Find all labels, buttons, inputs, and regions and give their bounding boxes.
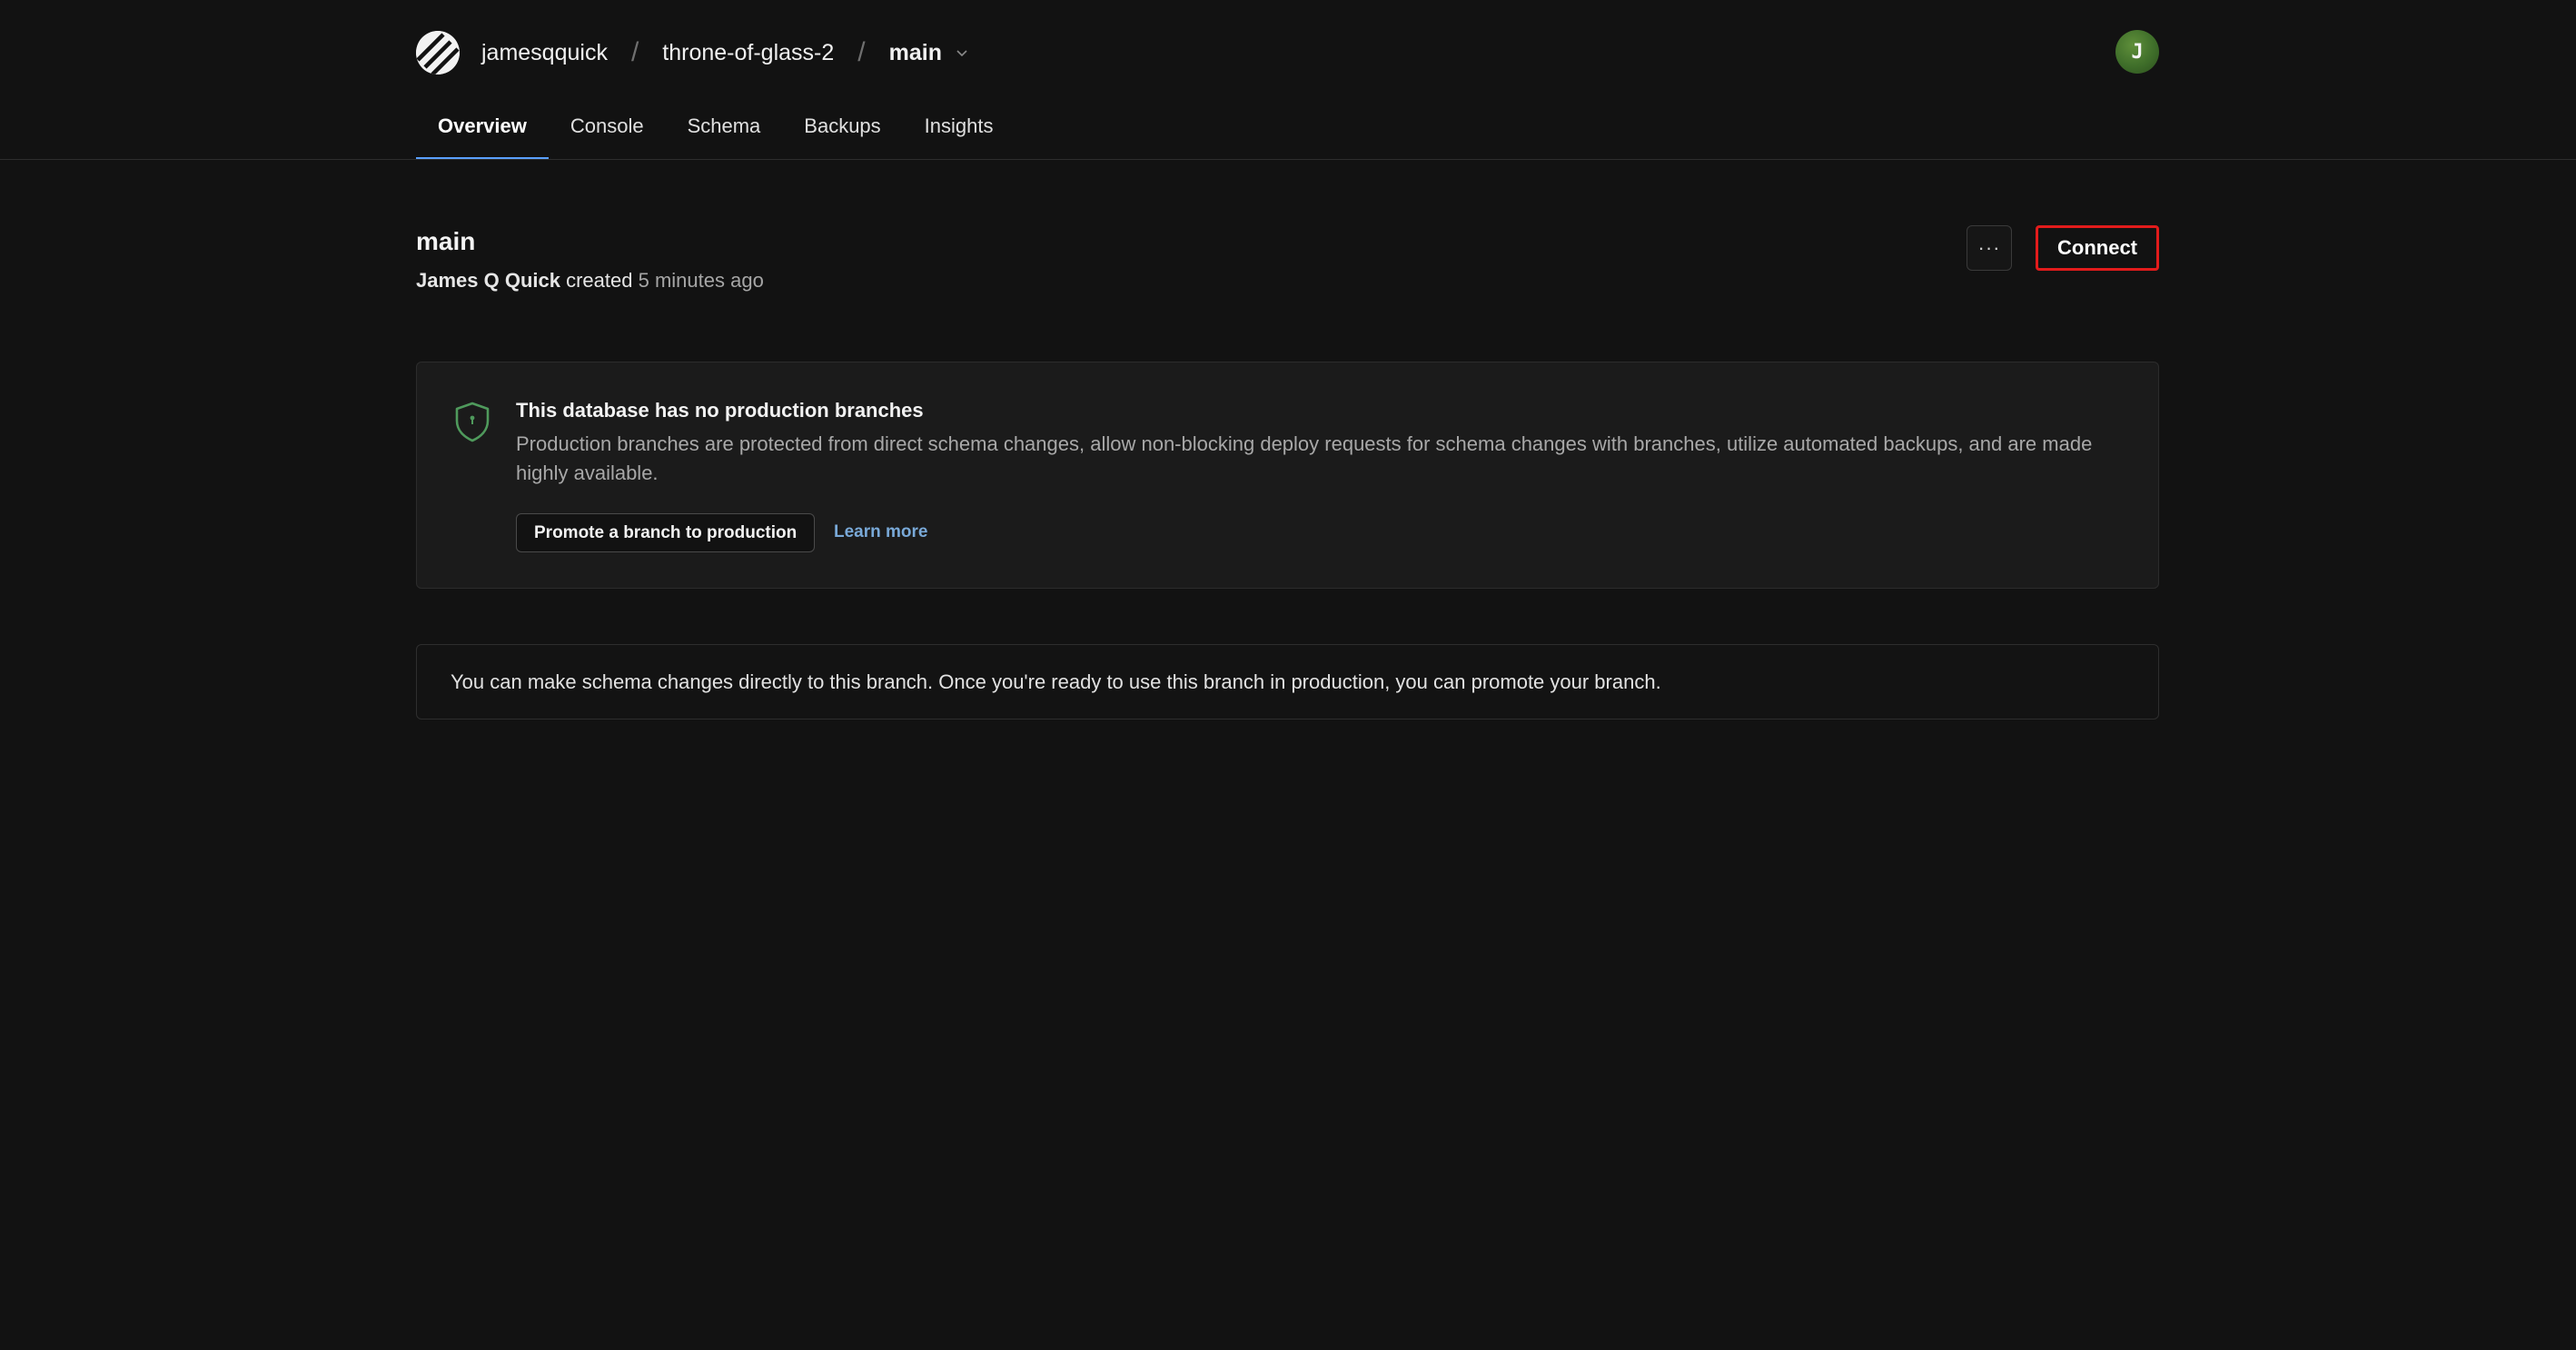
promote-branch-button[interactable]: Promote a branch to production	[516, 513, 816, 552]
production-branch-notice: This database has no production branches…	[416, 362, 2159, 589]
user-avatar[interactable]: J	[2115, 30, 2159, 74]
tab-divider	[0, 159, 2576, 160]
schema-info-bar: You can make schema changes directly to …	[416, 644, 2159, 720]
tab-schema[interactable]: Schema	[666, 107, 783, 160]
tab-backups[interactable]: Backups	[782, 107, 902, 160]
branch-created-time: 5 minutes ago	[638, 269, 764, 292]
tab-overview[interactable]: Overview	[416, 107, 549, 160]
ellipsis-icon: ···	[1977, 236, 2001, 259]
notice-title: This database has no production branches	[516, 399, 924, 422]
breadcrumb-database[interactable]: throne-of-glass-2	[662, 40, 834, 66]
tab-console[interactable]: Console	[549, 107, 666, 160]
branch-meta: James Q Quick created 5 minutes ago	[416, 269, 764, 293]
learn-more-link[interactable]: Learn more	[834, 522, 927, 542]
breadcrumb-separator: /	[857, 37, 866, 67]
more-options-button[interactable]: ···	[1967, 225, 2012, 271]
breadcrumb-separator: /	[630, 37, 639, 67]
notice-body: Production branches are protected from d…	[516, 432, 2093, 484]
shield-icon	[453, 401, 491, 447]
connect-button[interactable]: Connect	[2036, 225, 2159, 271]
branch-overview-page: jamesqquick / throne-of-glass-2 / main J…	[0, 0, 2576, 1350]
page-title: main	[416, 227, 476, 255]
breadcrumb-branch[interactable]: main	[889, 40, 942, 66]
tab-insights[interactable]: Insights	[903, 107, 1016, 160]
planetscale-logo-icon[interactable]	[416, 31, 460, 74]
chevron-down-icon[interactable]	[955, 45, 969, 60]
avatar-initial: J	[2131, 40, 2144, 64]
tab-bar: Overview Console Schema Backups Insights	[416, 107, 1016, 160]
branch-author: James Q Quick	[416, 269, 560, 292]
breadcrumb: jamesqquick / throne-of-glass-2 / main	[416, 27, 969, 78]
schema-info-message: You can make schema changes directly to …	[451, 670, 1661, 693]
breadcrumb-org[interactable]: jamesqquick	[481, 40, 608, 66]
branch-created-label: created	[566, 269, 633, 292]
